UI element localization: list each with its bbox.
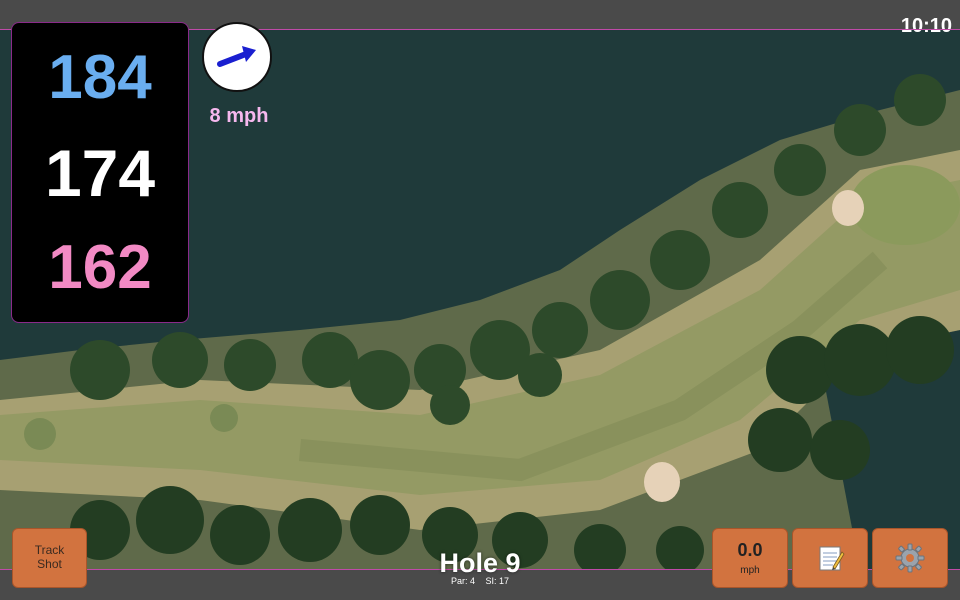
back-yardage: 184 [48, 42, 152, 112]
golf-gps-screen: 10:10 184 174 162 8 mph Track Shot Hole … [0, 0, 960, 600]
hole-details: Par: 4 SI: 17 [380, 576, 580, 586]
track-shot-label-line2: Shot [37, 557, 62, 571]
wind-direction-dial [202, 22, 272, 92]
wind-input-value: 0.0 [737, 539, 763, 560]
track-shot-button[interactable]: Track Shot [12, 528, 87, 588]
settings-button[interactable] [872, 528, 948, 588]
track-shot-label-line1: Track [34, 543, 65, 558]
hole-title: Hole 9 [439, 548, 521, 578]
notepad-icon [819, 546, 845, 571]
gear-icon [895, 543, 925, 573]
yardage-panel: 184 174 162 [11, 22, 189, 323]
notes-button[interactable] [792, 528, 868, 588]
clock-time: 10:10 [900, 15, 952, 37]
middle-yardage: 174 [44, 135, 156, 210]
hole-par: Par: 4 [450, 576, 475, 586]
wind-arrow-icon [217, 46, 256, 67]
wind-speed-label: 8 mph [209, 105, 269, 127]
front-yardage: 162 [48, 232, 152, 302]
hole-stroke-index: SI: 17 [485, 576, 510, 586]
wind-input-unit: mph [740, 564, 760, 576]
wind-input-button[interactable]: 0.0 mph [712, 528, 788, 588]
